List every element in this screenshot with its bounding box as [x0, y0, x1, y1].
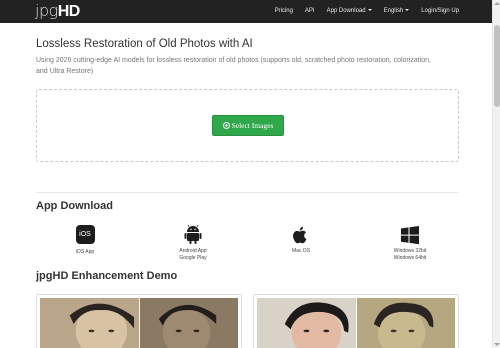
caret-down-icon [367, 9, 372, 12]
scroll-down-arrow-icon[interactable] [494, 343, 500, 346]
demo-photo-2 [257, 298, 455, 348]
windows-icon [400, 224, 420, 246]
plus-circle-icon [222, 122, 230, 129]
nav-login[interactable]: Login/Sign Up [421, 0, 459, 23]
brand-part-1: jpg [35, 1, 58, 20]
nav-pricing[interactable]: Pricing [275, 0, 293, 23]
brand-part-2: HD [57, 3, 81, 20]
select-images-button[interactable]: Select Images [212, 115, 284, 136]
brand-logo[interactable]: jpgHD [35, 1, 80, 21]
caret-down-icon [405, 9, 410, 12]
app-windows[interactable]: Windows 32bit Windows 64bit [375, 224, 445, 262]
app-ios[interactable]: iOS iOS App [50, 224, 120, 256]
app-macos-label: Mac OS [291, 248, 311, 254]
nav-app-download-label: App Download [326, 8, 366, 14]
page-subtitle: Using 2026 cutting-edge AI models for lo… [36, 57, 431, 75]
app-android-label-2: Google Play [179, 255, 207, 261]
nav-language-label: English [383, 8, 404, 14]
android-icon [183, 224, 203, 246]
demo-photo-2-before [257, 298, 356, 348]
scroll-up-arrow-icon[interactable] [494, 2, 500, 5]
select-images-label: Select Images [231, 121, 274, 130]
top-navbar: jpgHD Pricing API App Download English L… [0, 0, 492, 23]
apple-icon [291, 224, 311, 246]
nav-api[interactable]: API [305, 0, 315, 23]
nav-app-download[interactable]: App Download [327, 0, 372, 23]
app-android[interactable]: Android App Google Play [158, 224, 228, 262]
page-scrollbar[interactable] [492, 0, 500, 348]
demo-card-2[interactable] [253, 294, 459, 348]
app-windows-label-1: Windows 32bit [393, 248, 427, 254]
compare-divider[interactable] [139, 298, 140, 348]
compare-divider[interactable] [356, 298, 357, 348]
app-ios-label: iOS App [75, 249, 95, 255]
nav-menu: Pricing API App Download English Login/S… [263, 0, 459, 23]
upload-dropzone[interactable]: Select Images [36, 89, 459, 162]
ios-badge: iOS [75, 225, 95, 244]
app-download-title: App Download [36, 200, 113, 212]
app-windows-label-2: Windows 64bit [393, 255, 427, 261]
section-divider [36, 192, 459, 193]
demo-title: jpgHD Enhancement Demo [36, 270, 178, 282]
nav-language[interactable]: English [384, 0, 410, 23]
demo-photo-2-after [356, 298, 455, 348]
page-title: Lossless Restoration of Old Photos with … [36, 38, 253, 50]
app-macos[interactable]: Mac OS [266, 224, 336, 255]
ios-icon: iOS [75, 225, 95, 247]
demo-photo-1-before [40, 298, 139, 348]
app-android-label-1: Android App [179, 248, 207, 254]
scroll-thumb[interactable] [494, 25, 500, 107]
demo-photo-1-after [139, 298, 238, 348]
demo-photo-1 [40, 298, 238, 348]
demo-card-1[interactable] [36, 294, 242, 348]
